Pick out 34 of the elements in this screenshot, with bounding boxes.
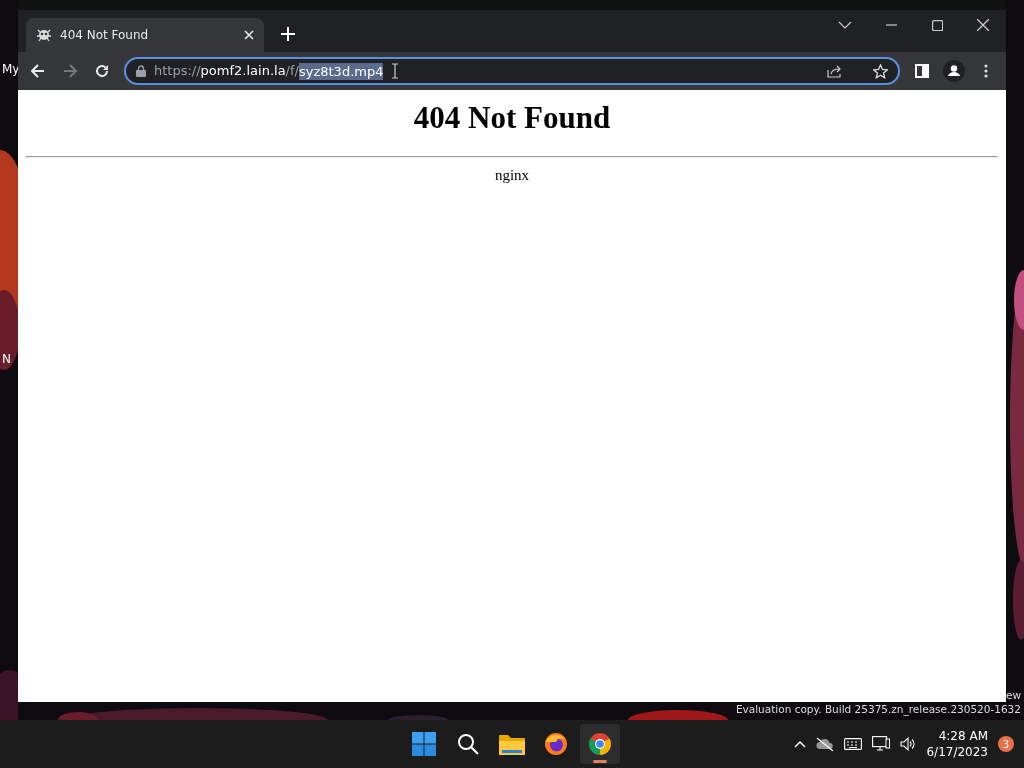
text-cursor-icon bbox=[391, 63, 400, 79]
back-arrow-icon[interactable] bbox=[31, 64, 45, 78]
maximize-icon[interactable] bbox=[931, 19, 943, 31]
menu-icon[interactable] bbox=[984, 64, 988, 78]
browser-tab[interactable]: 404 Not Found bbox=[26, 18, 264, 52]
folder-icon bbox=[499, 733, 525, 755]
search-icon bbox=[457, 733, 479, 755]
star-icon[interactable] bbox=[873, 63, 888, 79]
windows-logo-icon bbox=[412, 732, 436, 756]
plus-icon bbox=[281, 27, 295, 41]
notice-text: Evaluation copy. Build 25375.zn_release.230520-1632 bbox=[735, 702, 1021, 716]
side-panel-icon[interactable] bbox=[915, 64, 929, 78]
chevron-up-icon[interactable] bbox=[794, 740, 807, 748]
close-icon[interactable] bbox=[244, 30, 254, 40]
close-icon[interactable] bbox=[977, 19, 989, 31]
keyboard-icon[interactable] bbox=[844, 738, 863, 750]
server-name: nginx bbox=[494, 167, 530, 183]
minimize-icon[interactable] bbox=[885, 24, 897, 26]
bug-icon bbox=[36, 27, 52, 43]
network-monitor-icon[interactable] bbox=[872, 736, 891, 752]
tab-title: 404 Not Found bbox=[60, 28, 150, 42]
round-browser-icon bbox=[588, 732, 612, 756]
speaker-icon[interactable] bbox=[900, 737, 917, 751]
clock-date[interactable]: 6/17/2023 bbox=[926, 744, 988, 760]
reload-icon[interactable] bbox=[95, 64, 109, 78]
fox-globe-icon bbox=[544, 732, 568, 756]
clock-time[interactable]: 4:28 AM bbox=[938, 728, 988, 744]
chevron-down-icon[interactable] bbox=[838, 21, 852, 29]
taskbar-app[interactable] bbox=[580, 724, 620, 764]
lock-icon bbox=[136, 65, 146, 77]
profile-icon[interactable] bbox=[943, 60, 965, 82]
share-icon[interactable] bbox=[827, 64, 843, 78]
cloud-off-icon[interactable] bbox=[816, 737, 835, 751]
page-heading: 404 Not Found bbox=[412, 100, 612, 136]
